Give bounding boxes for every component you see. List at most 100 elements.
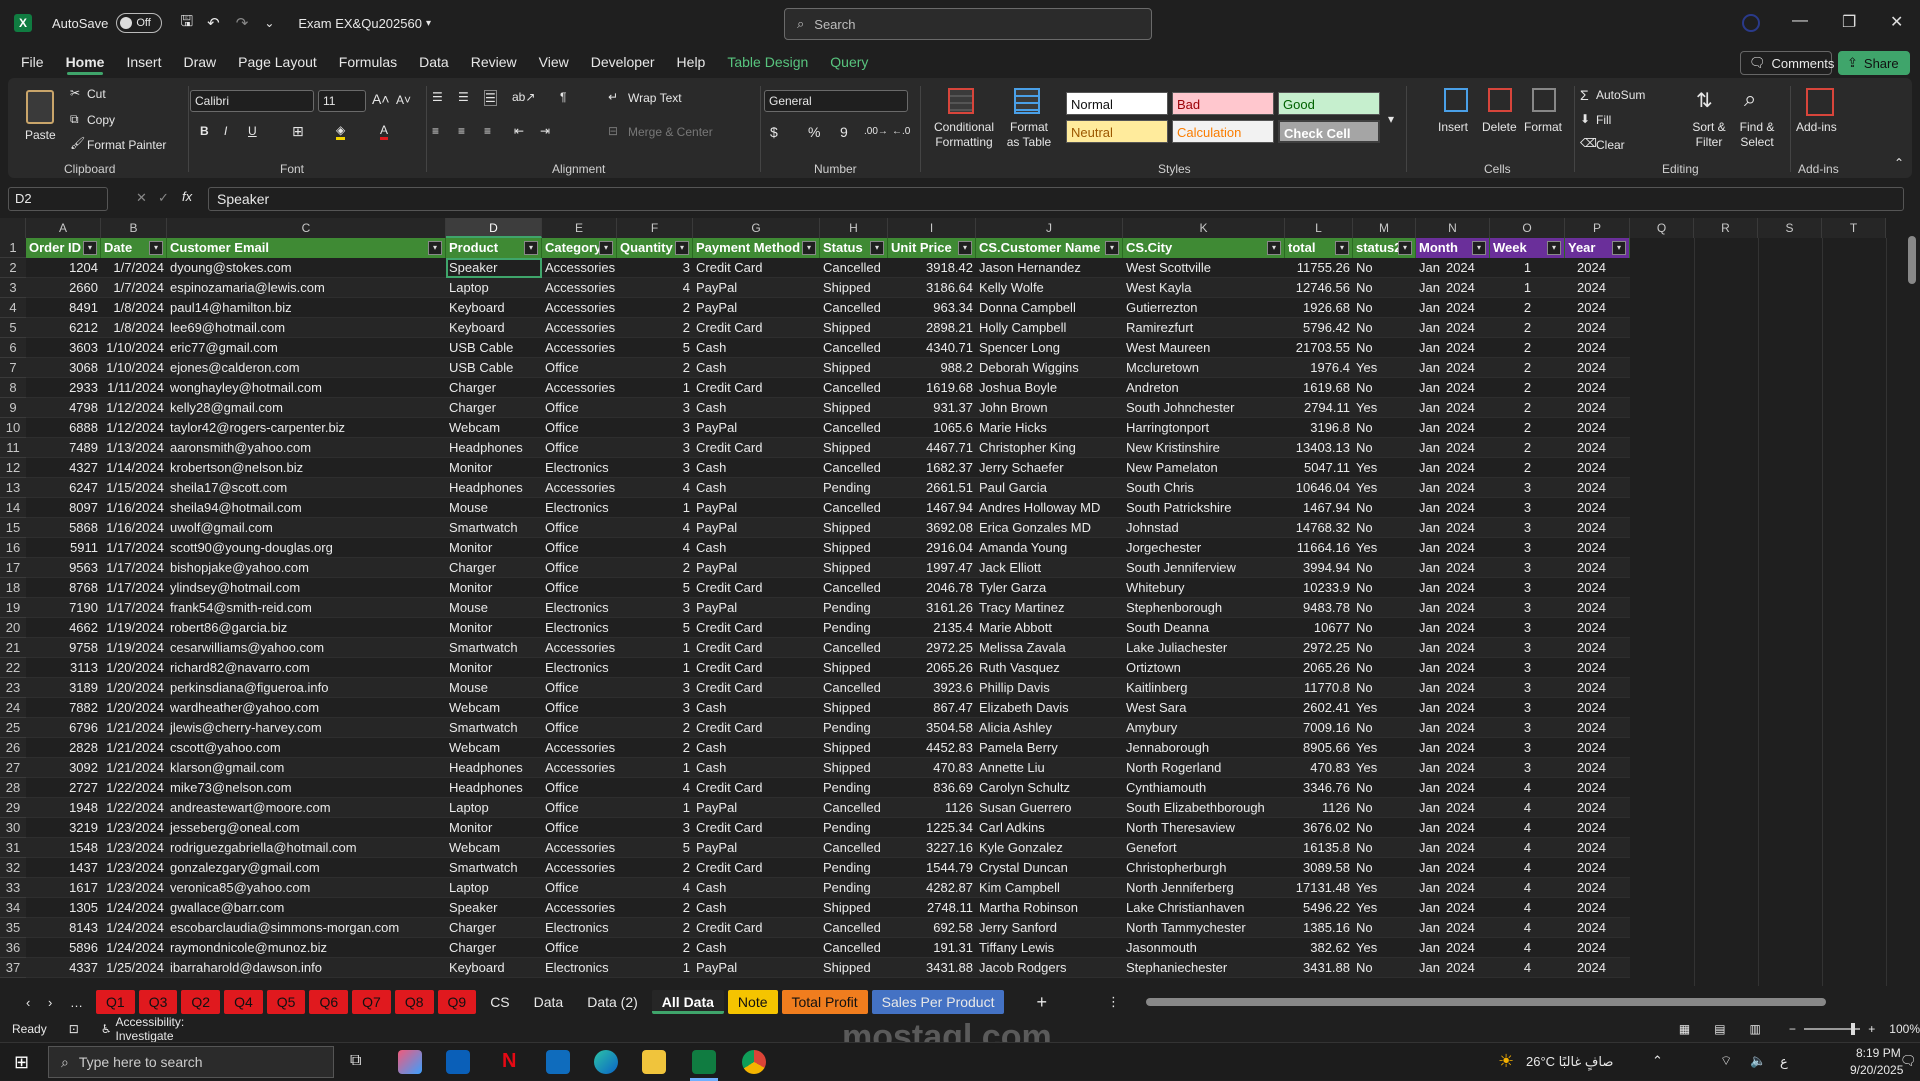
align-middle-icon[interactable]: ☰ (458, 90, 469, 104)
table-cell[interactable]: 1997.47 (888, 558, 976, 578)
table-cell[interactable]: Accessories (542, 258, 617, 278)
sheet-tab[interactable]: Total Profit (781, 990, 868, 1014)
table-cell[interactable]: 1/17/2024 (101, 558, 167, 578)
sheet-tab[interactable]: Q6 (309, 990, 349, 1014)
table-cell[interactable]: 2024 (1565, 558, 1630, 578)
table-cell[interactable]: Webcam (446, 738, 542, 758)
tab-file[interactable]: File (10, 46, 55, 78)
table-cell[interactable]: 1/12/2024 (101, 398, 167, 418)
table-cell[interactable]: Ortiztown (1123, 658, 1285, 678)
table-header-cell[interactable]: CS.Customer Name ▾ (976, 238, 1123, 258)
table-cell[interactable]: 2972.25 (888, 638, 976, 658)
table-cell[interactable]: ylindsey@hotmail.com (167, 578, 446, 598)
table-cell[interactable]: Christopherburgh (1123, 858, 1285, 878)
table-cell[interactable]: Jan 2024 (1416, 878, 1490, 898)
tab-insert[interactable]: Insert (115, 46, 172, 78)
tab-help[interactable]: Help (666, 46, 717, 78)
table-cell[interactable]: South Elizabethborough (1123, 798, 1285, 818)
table-cell[interactable]: 2 (617, 298, 693, 318)
table-cell[interactable]: 1 (1490, 258, 1565, 278)
name-box[interactable]: D2 (8, 187, 108, 211)
table-cell[interactable]: 2916.04 (888, 538, 976, 558)
table-cell[interactable]: 2024 (1565, 898, 1630, 918)
table-cell[interactable]: 6888 (26, 418, 101, 438)
prev-sheet-icon[interactable]: ‹ (26, 995, 48, 1010)
table-cell[interactable]: Office (542, 518, 617, 538)
table-cell[interactable]: 988.2 (888, 358, 976, 378)
table-cell[interactable]: 1619.68 (1285, 378, 1353, 398)
column-header[interactable]: T (1822, 218, 1886, 238)
table-cell[interactable]: 4 (1490, 798, 1565, 818)
zoom-in-icon[interactable]: + (1868, 1022, 1875, 1036)
number-format-combo[interactable]: General (764, 90, 908, 112)
table-cell[interactable]: Crystal Duncan (976, 858, 1123, 878)
filter-dropdown-icon[interactable]: ▾ (1335, 241, 1349, 255)
table-cell[interactable]: 1/24/2024 (101, 918, 167, 938)
notifications-icon[interactable]: 🗨 (1900, 1053, 1917, 1069)
table-cell[interactable]: Jan 2024 (1416, 498, 1490, 518)
table-cell[interactable]: Joshua Boyle (976, 378, 1123, 398)
table-cell[interactable]: 4 (617, 778, 693, 798)
table-cell[interactable]: 1/23/2024 (101, 838, 167, 858)
table-cell[interactable]: Marie Hicks (976, 418, 1123, 438)
table-header-cell[interactable]: CS.City ▾ (1123, 238, 1285, 258)
table-cell[interactable]: 1 (1490, 278, 1565, 298)
format-painter-button[interactable]: Format Painter (87, 138, 166, 152)
table-cell[interactable]: mike73@nelson.com (167, 778, 446, 798)
table-cell[interactable]: Jacob Rodgers (976, 958, 1123, 978)
table-cell[interactable]: Cancelled (820, 458, 888, 478)
table-cell[interactable]: Yes (1353, 738, 1416, 758)
table-cell[interactable]: Shipped (820, 358, 888, 378)
table-cell[interactable]: Accessories (542, 838, 617, 858)
table-cell[interactable]: Webcam (446, 838, 542, 858)
table-cell[interactable]: Jennaborough (1123, 738, 1285, 758)
table-cell[interactable]: 1/23/2024 (101, 818, 167, 838)
table-cell[interactable]: No (1353, 778, 1416, 798)
file-explorer-icon[interactable] (642, 1050, 666, 1074)
table-cell[interactable]: 3 (1490, 638, 1565, 658)
table-cell[interactable]: 3504.58 (888, 718, 976, 738)
table-cell[interactable]: 1/20/2024 (101, 698, 167, 718)
table-cell[interactable]: Monitor (446, 538, 542, 558)
table-header-cell[interactable]: Month ▾ (1416, 238, 1490, 258)
row-header[interactable]: 4 (0, 298, 26, 318)
table-cell[interactable]: Office (542, 398, 617, 418)
table-cell[interactable]: 1/25/2024 (101, 958, 167, 978)
sheet-options-icon[interactable]: ⋮ (1107, 994, 1120, 1010)
table-cell[interactable]: Jan 2024 (1416, 278, 1490, 298)
sheet-tab[interactable]: Q9 (437, 990, 477, 1014)
table-cell[interactable]: Jason Hernandez (976, 258, 1123, 278)
table-cell[interactable]: 2024 (1565, 338, 1630, 358)
table-cell[interactable]: 1 (617, 758, 693, 778)
table-cell[interactable]: Cash (693, 698, 820, 718)
table-cell[interactable]: Credit Card (693, 818, 820, 838)
table-cell[interactable]: 8768 (26, 578, 101, 598)
table-cell[interactable]: Credit Card (693, 678, 820, 698)
table-cell[interactable]: 1/15/2024 (101, 478, 167, 498)
table-header-cell[interactable]: Customer Email ▾ (167, 238, 446, 258)
table-cell[interactable]: Accessories (542, 298, 617, 318)
accessibility-status[interactable]: Accessibility: Investigate (116, 1015, 189, 1043)
table-cell[interactable]: Jan 2024 (1416, 858, 1490, 878)
table-cell[interactable]: Erica Gonzales MD (976, 518, 1123, 538)
table-cell[interactable]: 14768.32 (1285, 518, 1353, 538)
table-cell[interactable]: Cash (693, 478, 820, 498)
table-cell[interactable]: 4 (617, 538, 693, 558)
share-button[interactable]: ⇪ Share (1838, 51, 1910, 75)
table-cell[interactable]: USB Cable (446, 358, 542, 378)
table-cell[interactable]: Stephenborough (1123, 598, 1285, 618)
table-cell[interactable]: 4662 (26, 618, 101, 638)
table-cell[interactable]: 2024 (1565, 438, 1630, 458)
table-cell[interactable]: Headphones (446, 438, 542, 458)
table-cell[interactable]: Jan 2024 (1416, 518, 1490, 538)
table-cell[interactable]: Jan 2024 (1416, 678, 1490, 698)
row-header[interactable]: 13 (0, 478, 26, 498)
row-header[interactable]: 25 (0, 718, 26, 738)
table-cell[interactable]: 1305 (26, 898, 101, 918)
table-cell[interactable]: Jerry Sanford (976, 918, 1123, 938)
table-cell[interactable]: Electronics (542, 598, 617, 618)
table-cell[interactable]: 3 (1490, 678, 1565, 698)
table-cell[interactable]: 1126 (888, 798, 976, 818)
table-header-cell[interactable]: Status ▾ (820, 238, 888, 258)
table-cell[interactable]: 8143 (26, 918, 101, 938)
